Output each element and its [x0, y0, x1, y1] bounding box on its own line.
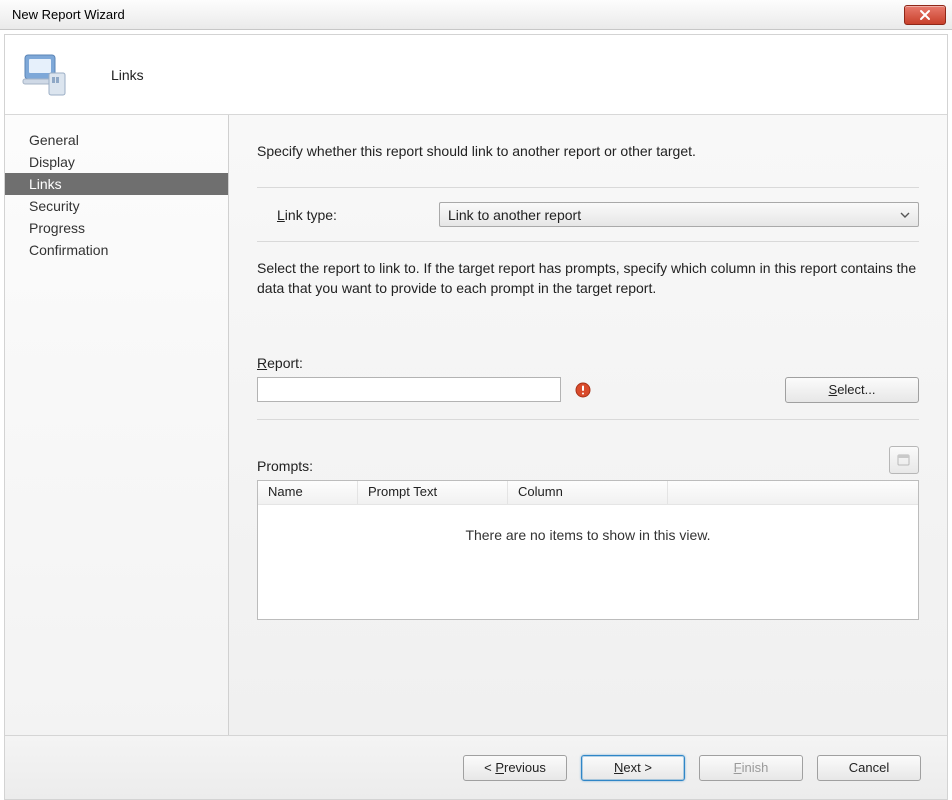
table-header: Name Prompt Text Column [258, 481, 918, 505]
wizard-header: Links [5, 35, 947, 115]
select-report-button[interactable]: Select... [785, 377, 919, 403]
link-type-value: Link to another report [448, 207, 581, 223]
sidebar-item-progress[interactable]: Progress [5, 217, 228, 239]
close-icon [919, 9, 931, 21]
prompts-properties-button[interactable] [889, 446, 919, 474]
window-close-button[interactable] [904, 5, 946, 25]
divider [257, 241, 919, 242]
wizard-frame: Links General Display Links Security Pro… [4, 34, 948, 800]
sidebar-item-security[interactable]: Security [5, 195, 228, 217]
chevron-down-icon [900, 212, 910, 218]
report-label: Report: [257, 355, 919, 371]
title-bar: New Report Wizard [0, 0, 952, 30]
sidebar-item-general[interactable]: General [5, 129, 228, 151]
divider [257, 187, 919, 188]
wizard-steps-sidebar: General Display Links Security Progress … [5, 115, 229, 735]
wizard-icon [19, 49, 79, 101]
column-header-column[interactable]: Column [508, 481, 668, 504]
column-header-prompt-text[interactable]: Prompt Text [358, 481, 508, 504]
cancel-button[interactable]: Cancel [817, 755, 921, 781]
report-input[interactable] [257, 377, 561, 402]
report-row: Select... [257, 377, 919, 403]
column-header-name[interactable]: Name [258, 481, 358, 504]
link-type-row: Link type: Link to another report [257, 202, 919, 227]
sidebar-item-confirmation[interactable]: Confirmation [5, 239, 228, 261]
previous-button[interactable]: < Previous [463, 755, 567, 781]
description-text: Specify whether this report should link … [257, 143, 919, 159]
divider [257, 419, 919, 420]
page-title: Links [111, 67, 144, 83]
wizard-footer: < Previous Next > Finish Cancel [5, 735, 947, 799]
properties-icon [896, 452, 912, 468]
next-button[interactable]: Next > [581, 755, 685, 781]
validation-error-icon [575, 382, 595, 398]
window-title: New Report Wizard [12, 7, 904, 22]
main-panel: Specify whether this report should link … [229, 115, 947, 735]
prompts-table: Name Prompt Text Column There are no ite… [257, 480, 919, 620]
prompts-label: Prompts: [257, 458, 889, 474]
link-type-label: Link type: [277, 207, 439, 223]
table-empty-message: There are no items to show in this view. [258, 527, 918, 543]
sidebar-item-links[interactable]: Links [5, 173, 228, 195]
link-type-select[interactable]: Link to another report [439, 202, 919, 227]
finish-button: Finish [699, 755, 803, 781]
column-header-spacer [668, 481, 918, 504]
instruction-text: Select the report to link to. If the tar… [257, 258, 919, 299]
sidebar-item-display[interactable]: Display [5, 151, 228, 173]
